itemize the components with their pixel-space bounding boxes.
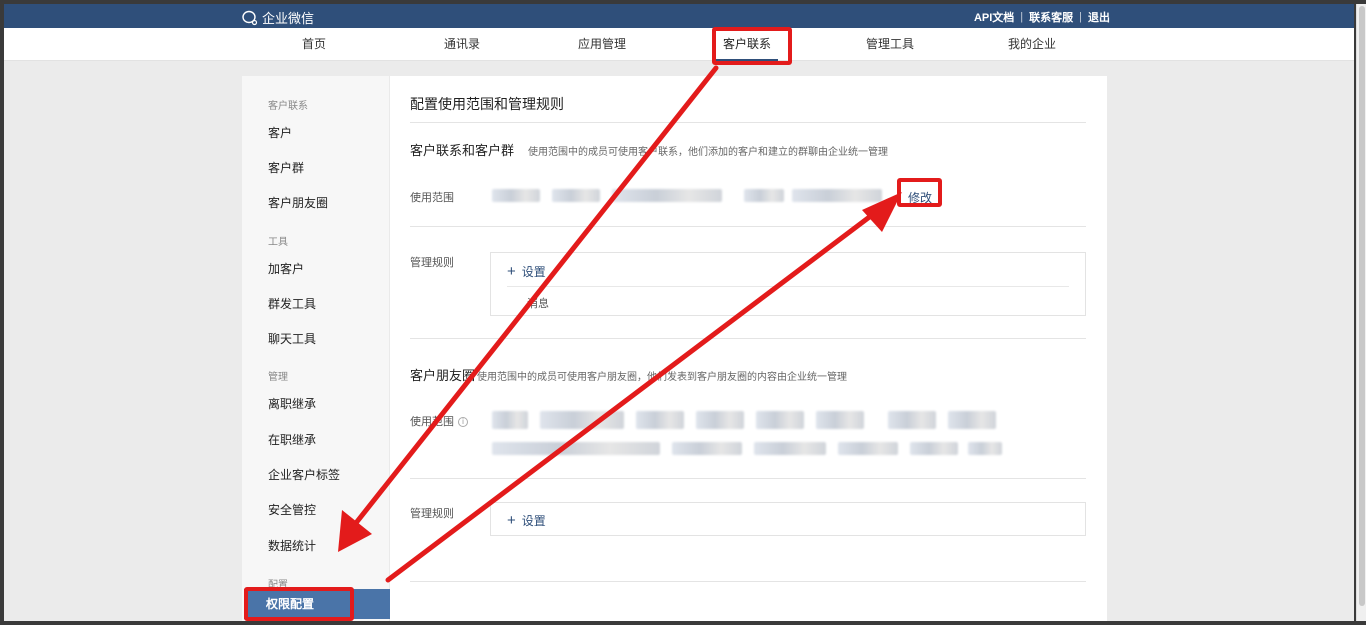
page-title: 配置使用范围和管理规则 xyxy=(410,96,564,112)
scope-member xyxy=(948,411,996,429)
scope-member xyxy=(492,411,528,429)
scope-member xyxy=(540,411,624,429)
scope-member xyxy=(968,442,1002,455)
divider xyxy=(410,122,1086,123)
divider: | xyxy=(1020,11,1024,23)
sidebar-item-resigned-inheritance[interactable]: 离职继承 xyxy=(268,395,316,412)
divider xyxy=(410,581,1086,582)
logo[interactable]: 企业微信 xyxy=(242,8,314,27)
divider xyxy=(507,286,1069,287)
section-description: 使用范围中的成员可使用客户朋友圈，他们发表到客户朋友圈的内容由企业统一管理 xyxy=(477,372,848,383)
divider xyxy=(410,226,1086,227)
divider xyxy=(410,478,1086,479)
section-title: 客户联系和客户群 xyxy=(410,143,515,158)
scrollbar[interactable] xyxy=(1356,4,1366,621)
divider: | xyxy=(1079,11,1082,23)
section-customer-moments: 客户朋友圈 使用范围中的成员可使用客户朋友圈，他们发表到客户朋友圈的内容由企业统一… xyxy=(410,365,847,384)
sidebar-item-customers[interactable]: 客户 xyxy=(268,124,292,141)
add-rule-button[interactable]: + 设置 xyxy=(507,512,546,529)
plus-icon: + xyxy=(507,511,516,529)
sidebar-item-customer-tags[interactable]: 企业客户标签 xyxy=(268,466,340,483)
add-rule-button[interactable]: + 设置 xyxy=(507,263,546,280)
nav-home[interactable]: 首页 xyxy=(292,28,336,61)
scope-label-text: 使用范围 xyxy=(410,416,454,428)
rules-box: + 设置 xyxy=(490,502,1086,536)
highlight-nav-customer-contact xyxy=(712,27,792,65)
wework-logo-icon xyxy=(242,10,258,25)
scope-member xyxy=(838,442,898,455)
nav-app-management[interactable]: 应用管理 xyxy=(574,28,630,61)
main-panel: 配置使用范围和管理规则 客户联系和客户群 使用范围中的成员可使用客户联系，他们添加… xyxy=(390,76,1107,621)
rule-item: 消息 xyxy=(527,298,549,310)
scope-member xyxy=(492,189,540,202)
add-rule-label: 设置 xyxy=(521,514,546,528)
top-bar: 企业微信 API文档 | 联系客服 | 退出 xyxy=(4,4,1354,28)
sidebar-item-chat-tools[interactable]: 聊天工具 xyxy=(268,330,316,347)
scope-member xyxy=(754,442,826,455)
add-rule-label: 设置 xyxy=(521,265,546,279)
top-links: API文档 | 联系客服 | 退出 xyxy=(974,9,1110,25)
scope-member xyxy=(492,442,660,455)
section-customer-contact: 客户联系和客户群 使用范围中的成员可使用客户联系，他们添加的客户和建立的群聊由企业… xyxy=(410,140,888,159)
sidebar-group-management: 管理 xyxy=(268,372,288,383)
scrollbar-thumb[interactable] xyxy=(1359,6,1365,606)
rules-label: 管理规则 xyxy=(410,257,454,269)
nav-management-tools[interactable]: 管理工具 xyxy=(862,28,918,61)
scope-label: 使用范围 xyxy=(410,192,454,204)
info-icon[interactable]: i xyxy=(458,417,468,427)
sidebar-item-add-customer[interactable]: 加客户 xyxy=(268,260,304,277)
sidebar-item-data-statistics[interactable]: 数据统计 xyxy=(268,537,316,554)
nav-contacts[interactable]: 通讯录 xyxy=(434,28,490,61)
plus-icon: + xyxy=(507,262,516,280)
scope-member xyxy=(888,411,936,429)
section-description: 使用范围中的成员可使用客户联系，他们添加的客户和建立的群聊由企业统一管理 xyxy=(528,147,889,158)
contact-support-link[interactable]: 联系客服 xyxy=(1029,9,1073,25)
logo-text: 企业微信 xyxy=(262,11,315,26)
sidebar-item-mass-message[interactable]: 群发工具 xyxy=(268,295,316,312)
logout-link[interactable]: 退出 xyxy=(1088,9,1110,25)
scope-member xyxy=(792,189,882,202)
sidebar-item-security-control[interactable]: 安全管控 xyxy=(268,501,316,518)
highlight-permission-config xyxy=(244,587,354,621)
scope-member xyxy=(672,442,742,455)
scope-member xyxy=(744,189,784,202)
scope-member xyxy=(696,411,744,429)
scope-member xyxy=(756,411,804,429)
api-docs-link[interactable]: API文档 xyxy=(974,9,1014,25)
scope-member xyxy=(816,411,864,429)
sidebar-item-customer-moments[interactable]: 客户朋友圈 xyxy=(268,194,328,211)
sidebar-item-onjob-inheritance[interactable]: 在职继承 xyxy=(268,431,316,448)
nav-my-enterprise[interactable]: 我的企业 xyxy=(1004,28,1060,61)
sidebar: 客户联系 客户 客户群 客户朋友圈 工具 加客户 群发工具 聊天工具 管理 离职… xyxy=(242,76,390,621)
sidebar-group-tools: 工具 xyxy=(268,237,288,248)
scope-member xyxy=(612,189,722,202)
sidebar-group-customer-contact: 客户联系 xyxy=(268,101,308,112)
scope-member xyxy=(910,442,958,455)
highlight-edit-link xyxy=(897,178,942,207)
content-card: 客户联系 客户 客户群 客户朋友圈 工具 加客户 群发工具 聊天工具 管理 离职… xyxy=(242,76,1107,621)
sidebar-item-customer-groups[interactable]: 客户群 xyxy=(268,159,304,176)
scope-member xyxy=(636,411,684,429)
main-nav: 首页 通讯录 应用管理 客户联系 管理工具 我的企业 xyxy=(4,28,1354,61)
rules-box: + 设置 消息 xyxy=(490,252,1086,316)
rules-label: 管理规则 xyxy=(410,508,454,520)
scope-member xyxy=(552,189,600,202)
browser-viewport: 企业微信 API文档 | 联系客服 | 退出 首页 通讯录 应用管理 客户联系 … xyxy=(4,4,1354,621)
scope-label: 使用范围 i xyxy=(410,413,468,429)
section-title: 客户朋友圈 xyxy=(410,368,476,383)
divider xyxy=(410,338,1086,339)
